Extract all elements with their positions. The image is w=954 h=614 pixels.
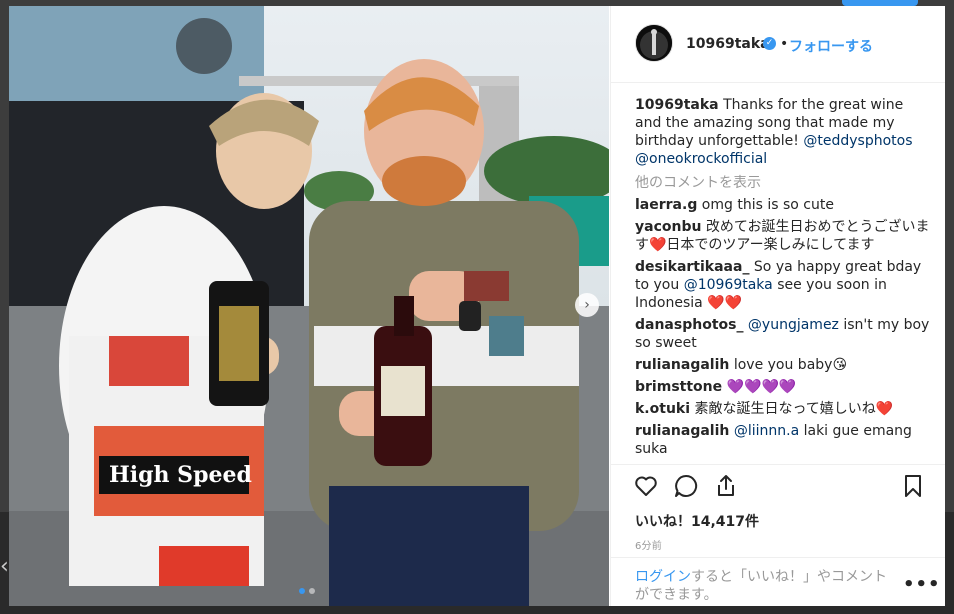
speech-bubble-icon bbox=[675, 474, 698, 497]
comment-username[interactable]: yaconbu bbox=[635, 219, 701, 235]
avatar[interactable] bbox=[635, 24, 673, 62]
likes-count[interactable]: いいね！14,417件 bbox=[635, 511, 759, 531]
follow-button[interactable]: フォローする bbox=[789, 36, 873, 56]
comment-username[interactable]: brimsttone bbox=[635, 379, 722, 395]
comment-username[interactable]: rulianagalih bbox=[635, 357, 729, 373]
author-username[interactable]: 10969taka bbox=[686, 36, 770, 52]
login-link[interactable]: ログイン bbox=[635, 569, 691, 585]
comment-item: rulianagalih @liinnn.a laki gue emang su… bbox=[635, 422, 931, 458]
caption-mention[interactable]: @teddysphotos bbox=[803, 133, 912, 149]
caption-mention[interactable]: @oneokrockofficial bbox=[635, 151, 767, 167]
post-timestamp[interactable]: 6分前 bbox=[635, 537, 662, 552]
more-options-icon[interactable]: ••• bbox=[903, 574, 941, 595]
comment-username[interactable]: rulianagalih bbox=[635, 423, 729, 439]
comment-username[interactable]: k.otuki bbox=[635, 401, 690, 417]
post-header: 10969taka ✓ • フォローする bbox=[611, 6, 945, 83]
carousel-next-button[interactable]: › bbox=[575, 293, 599, 317]
heart-outline-icon bbox=[635, 476, 657, 496]
share-button[interactable] bbox=[713, 473, 739, 499]
bookmark-icon bbox=[905, 475, 921, 497]
save-button[interactable] bbox=[900, 473, 926, 499]
comment-username[interactable]: laerra.g bbox=[635, 197, 697, 213]
comment-item: laerra.g omg this is so cute bbox=[635, 196, 931, 214]
comment-button[interactable] bbox=[673, 473, 699, 499]
follow-separator: • bbox=[780, 36, 789, 52]
verified-badge-icon: ✓ bbox=[763, 37, 776, 50]
login-prompt: ログインすると「いいね！」やコメントができます。 ••• bbox=[611, 557, 945, 608]
comments-list[interactable]: 10969taka Thanks for the great wine and … bbox=[635, 96, 931, 464]
comment-mention[interactable]: @yungjamez bbox=[748, 317, 839, 333]
photo-illustration: High Speed bbox=[9, 6, 609, 606]
comment-item: danasphotos_ @yungjamez isn't my boy so … bbox=[635, 316, 931, 352]
share-arrow-icon bbox=[718, 475, 734, 496]
post-modal: High Speed › 10969taka ✓ • フォローする 10969t… bbox=[9, 6, 945, 606]
carousel-dot bbox=[309, 588, 315, 594]
comment-username[interactable]: danasphotos_ bbox=[635, 317, 743, 333]
post-side-panel: 10969taka ✓ • フォローする 10969taka Thanks fo… bbox=[610, 6, 945, 606]
comment-mention[interactable]: @liinnn.a bbox=[734, 423, 799, 439]
carousel-dots bbox=[299, 588, 315, 594]
load-more-comments-link[interactable]: 他のコメントを表示 bbox=[635, 174, 931, 192]
carousel-dot-active bbox=[299, 588, 305, 594]
svg-text:High Speed: High Speed bbox=[109, 462, 252, 488]
post-photo[interactable]: High Speed › bbox=[9, 6, 609, 606]
comment-text: omg this is so cute bbox=[701, 197, 834, 213]
comment-text: love you baby😘 bbox=[733, 357, 848, 373]
like-button[interactable] bbox=[633, 473, 659, 499]
comment-item: k.otuki 素敵な誕生日なって嬉しいね❤️ bbox=[635, 400, 931, 418]
comment-item: yaconbu 改めてお誕生日おめでとうございます❤️日本でのツアー楽しみにして… bbox=[635, 218, 931, 254]
comment-item: desikartikaaa_ So ya happy great bday to… bbox=[635, 258, 931, 312]
caption-username[interactable]: 10969taka bbox=[635, 97, 719, 113]
comment-mention[interactable]: @10969taka bbox=[684, 277, 773, 293]
post-actions: いいね！14,417件 6分前 ログインすると「いいね！」やコメントができます。… bbox=[611, 464, 945, 607]
comment-username[interactable]: desikartikaaa_ bbox=[635, 259, 749, 275]
post-caption: 10969taka Thanks for the great wine and … bbox=[635, 96, 931, 168]
comment-item: rulianagalih love you baby😘 bbox=[635, 356, 931, 374]
comment-item: brimsttone 💜💜💜💜 bbox=[635, 378, 931, 396]
comment-text: 素敵な誕生日なって嬉しいね❤️ bbox=[694, 401, 894, 417]
login-prompt-text: ログインすると「いいね！」やコメントができます。 bbox=[635, 568, 895, 604]
comment-text: 💜💜💜💜 bbox=[726, 379, 797, 395]
